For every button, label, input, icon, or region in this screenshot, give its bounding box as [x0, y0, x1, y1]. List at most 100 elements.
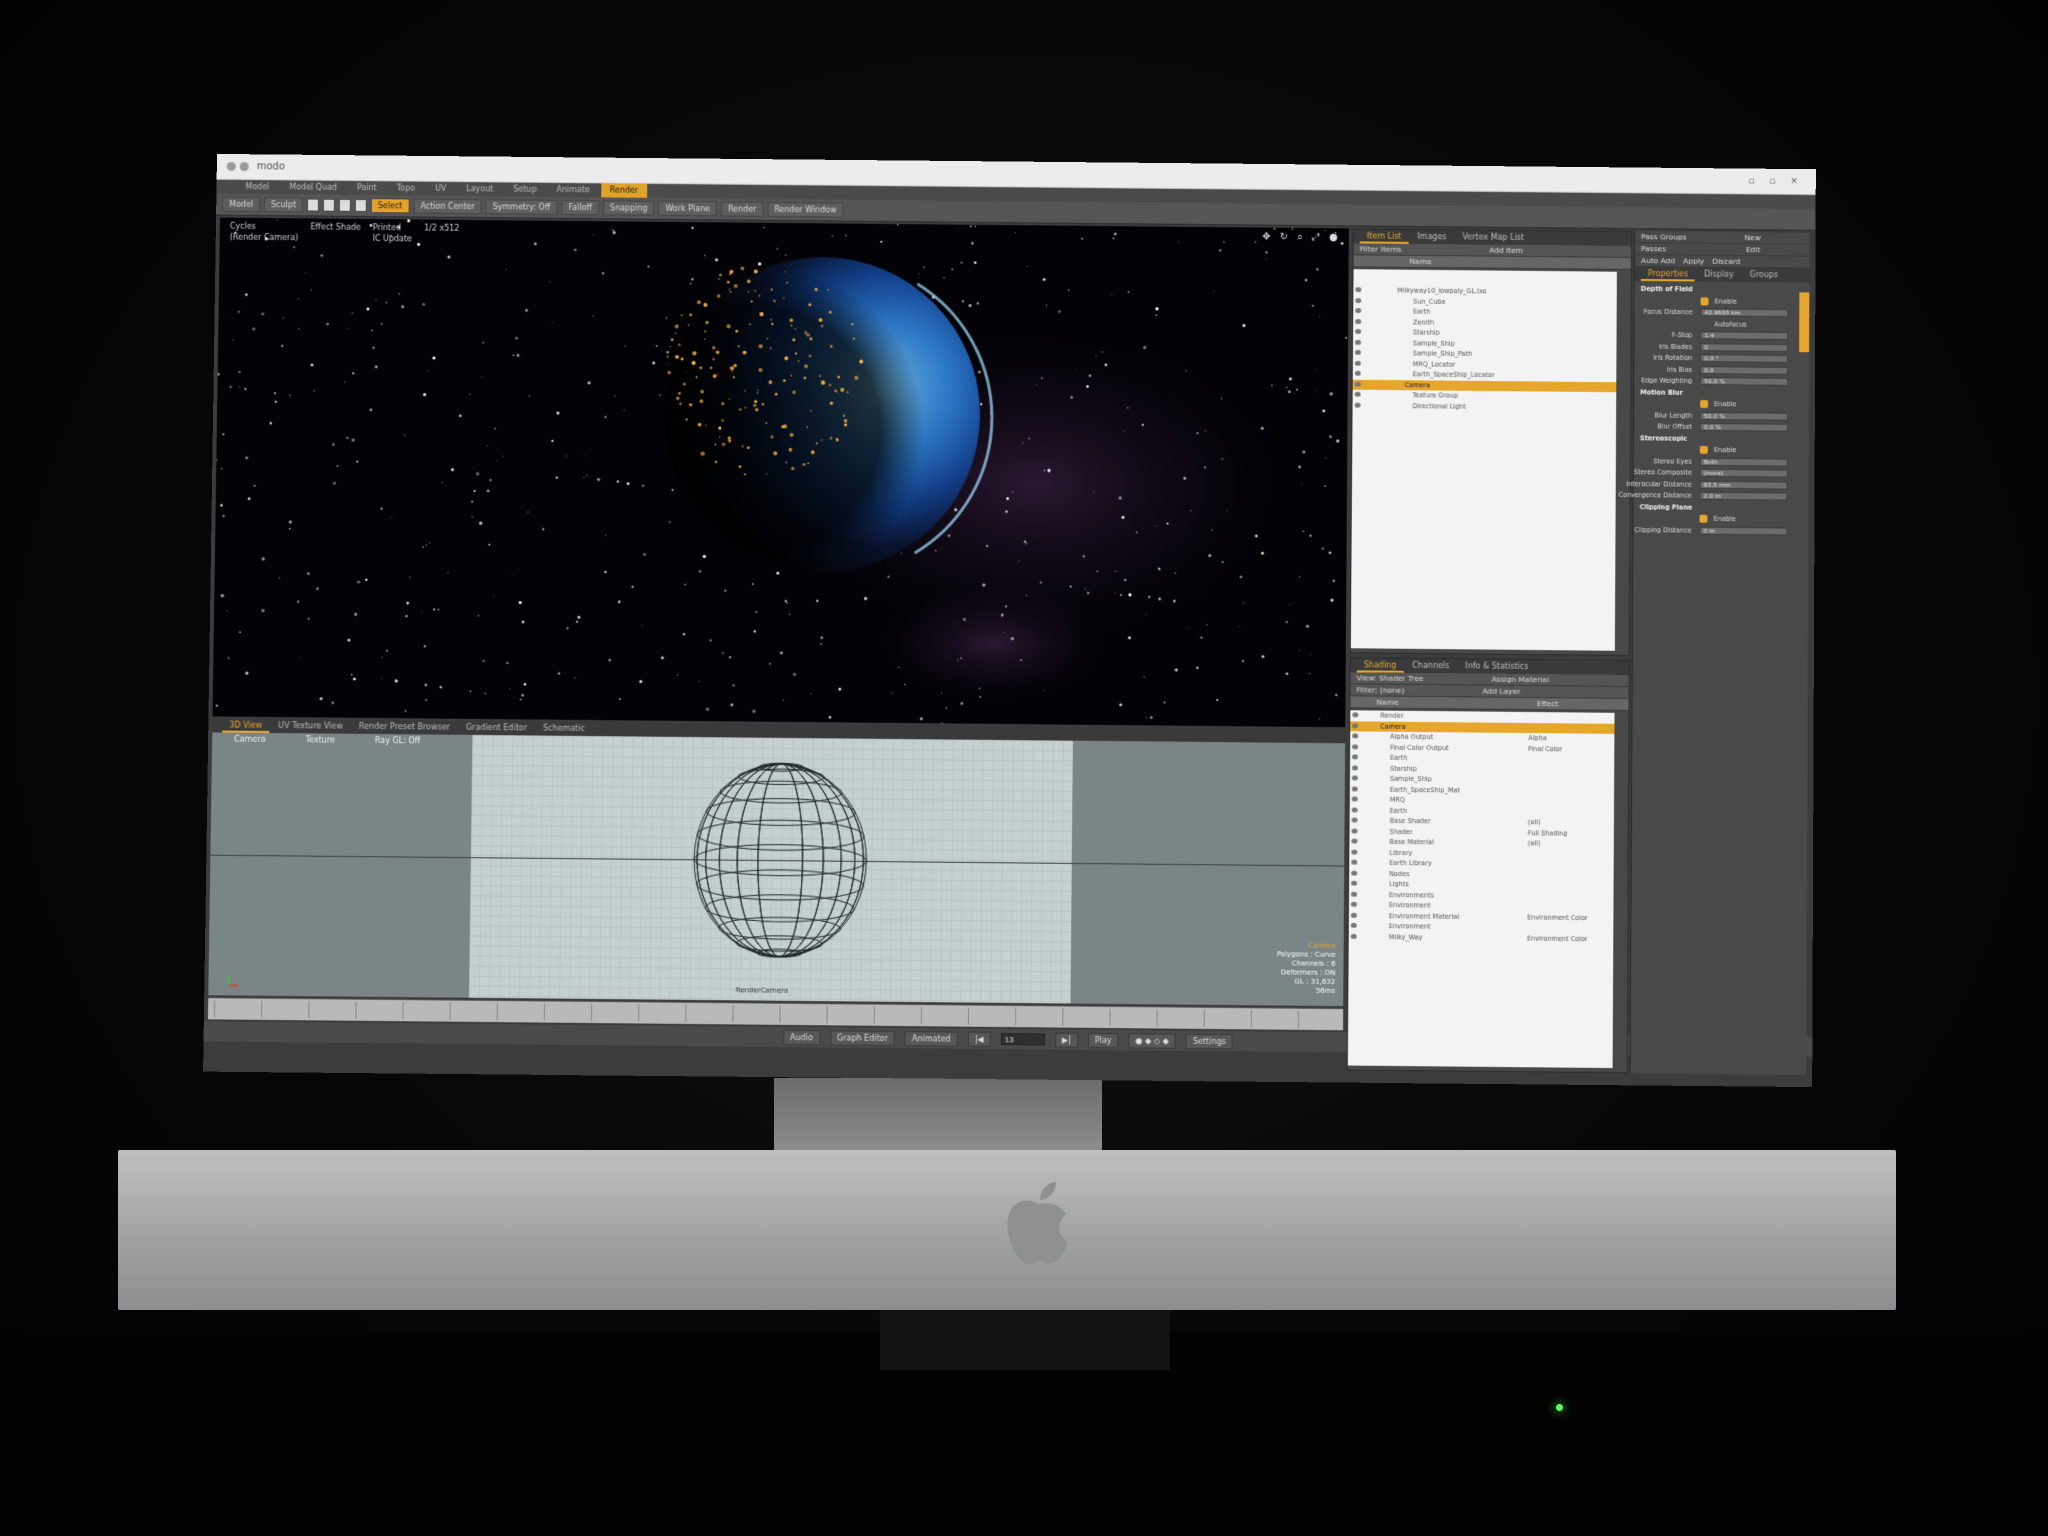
visibility-eye-icon[interactable]	[1355, 318, 1362, 324]
visibility-eye-icon[interactable]	[1354, 360, 1361, 366]
visibility-eye-icon[interactable]	[1350, 933, 1357, 939]
render-preview-viewport[interactable]: Cycles Effect Shade Printed 1/2 x512 (Re…	[212, 217, 1349, 728]
key-icons[interactable]: ● ◆ ◇ ◆	[1128, 1032, 1176, 1049]
next-key-button[interactable]: ▶|	[1054, 1032, 1078, 1048]
texture-dropdown[interactable]: Texture	[306, 735, 335, 744]
name-column-header[interactable]: Name	[1409, 257, 1431, 266]
falloff-dropdown[interactable]: Falloff	[561, 199, 600, 216]
renderer-dropdown[interactable]: Cycles	[230, 222, 299, 232]
camera-dropdown[interactable]: (Render Camera)	[230, 233, 299, 243]
visibility-eye-icon[interactable]	[1352, 712, 1359, 718]
tab-info-statistics[interactable]: Info & Statistics	[1458, 659, 1535, 674]
visibility-eye-icon[interactable]	[1350, 922, 1357, 928]
select-button[interactable]: Select	[370, 198, 410, 214]
ray-gl-dropdown[interactable]: Ray GL: Off	[375, 736, 420, 745]
visibility-eye-icon[interactable]	[1351, 838, 1358, 844]
close-icon[interactable]	[226, 161, 236, 172]
visibility-eye-icon[interactable]	[1355, 328, 1362, 334]
3d-view-viewport[interactable]: Camera Texture Ray GL: Off RenderCamera …	[208, 732, 1346, 1007]
visibility-eye-icon[interactable]	[1355, 297, 1362, 303]
tab-3d-view[interactable]: 3D View	[222, 718, 270, 733]
tab-properties[interactable]: Properties	[1640, 266, 1696, 282]
visibility-eye-icon[interactable]	[1351, 870, 1358, 876]
prev-key-button[interactable]: |◀	[967, 1031, 991, 1047]
property-field[interactable]: 0.0 %	[1699, 422, 1788, 432]
enable-checkbox[interactable]	[1700, 399, 1709, 409]
auto-add-button[interactable]: Auto Add	[1641, 256, 1675, 265]
style-dropdown[interactable]: Printed	[373, 223, 412, 232]
visibility-eye-icon[interactable]	[1351, 764, 1358, 770]
tab-gradient-editor[interactable]: Gradient Editor	[459, 721, 534, 736]
property-field[interactable]: 2.0 m	[1699, 491, 1788, 501]
render-window-button[interactable]: Render Window	[767, 201, 844, 218]
visibility-eye-icon[interactable]	[1351, 828, 1358, 834]
work-plane-dropdown[interactable]: Work Plane	[658, 200, 718, 217]
visibility-eye-icon[interactable]	[1350, 901, 1357, 907]
apply-button[interactable]: Apply	[1683, 256, 1704, 265]
model-mode-button[interactable]: Model	[222, 196, 261, 212]
play-button[interactable]: Play	[1087, 1032, 1119, 1048]
action-center-dropdown[interactable]: Action Center	[413, 198, 482, 215]
property-field[interactable]: 1.4	[1700, 331, 1789, 341]
tab-model[interactable]: Model	[236, 180, 278, 194]
camera-view-dropdown[interactable]: Camera	[234, 735, 266, 744]
tab-render-preset-browser[interactable]: Render Preset Browser	[352, 720, 457, 735]
select-item-icon[interactable]	[354, 198, 367, 213]
snapping-button[interactable]: Snapping	[602, 200, 655, 216]
visibility-eye-icon[interactable]	[1354, 339, 1362, 345]
tab-render[interactable]: Render	[600, 183, 648, 198]
property-field[interactable]: 50.0 %	[1700, 377, 1789, 386]
enable-checkbox[interactable]	[1700, 296, 1709, 305]
visibility-eye-icon[interactable]	[1351, 859, 1358, 865]
tab-animate[interactable]: Animate	[547, 183, 599, 197]
enable-checkbox[interactable]	[1699, 445, 1708, 454]
discard-button[interactable]: Discard	[1712, 257, 1740, 266]
window-controls[interactable]: ▫ ▫ ✕	[1748, 177, 1803, 187]
edit-pass-button[interactable]: Edit	[1746, 245, 1761, 254]
viewport-nav-icons[interactable]: ✥ ↻ ⌕ ⤢ ●	[1262, 232, 1341, 244]
tab-uv[interactable]: UV	[426, 182, 455, 196]
visibility-eye-icon[interactable]	[1351, 775, 1358, 781]
shader-name-header[interactable]: Name	[1376, 698, 1398, 707]
settings-button[interactable]: Settings	[1185, 1033, 1233, 1049]
visibility-eye-icon[interactable]	[1354, 402, 1361, 408]
visibility-eye-icon[interactable]	[1351, 849, 1358, 855]
filter-items-dropdown[interactable]: Filter Items	[1360, 244, 1402, 253]
property-field[interactable]: Both	[1699, 457, 1788, 467]
property-field[interactable]: (none)	[1699, 468, 1788, 478]
item-list-row[interactable]: Directional Light	[1353, 400, 1617, 413]
visibility-eye-icon[interactable]	[1355, 287, 1362, 293]
tab-model-quad[interactable]: Model Quad	[280, 180, 346, 195]
ic-update-toggle[interactable]: IC Update	[373, 234, 412, 243]
visibility-eye-icon[interactable]	[1351, 806, 1358, 813]
visibility-eye-icon[interactable]	[1352, 743, 1359, 749]
property-field[interactable]: 63.5 mm	[1699, 480, 1788, 490]
sculpt-mode-button[interactable]: Sculpt	[264, 197, 304, 213]
tab-images[interactable]: Images	[1410, 230, 1453, 244]
add-layer-button[interactable]: Add Layer	[1482, 687, 1520, 696]
tab-layout[interactable]: Layout	[457, 182, 502, 196]
graph-editor-button[interactable]: Graph Editor	[829, 1029, 896, 1046]
symmetry-dropdown[interactable]: Symmetry: Off	[485, 199, 558, 215]
visibility-eye-icon[interactable]	[1351, 891, 1358, 897]
tab-item-list[interactable]: Item List	[1359, 229, 1409, 244]
tab-channels[interactable]: Channels	[1405, 659, 1456, 673]
side-panel-tab[interactable]	[1799, 292, 1810, 353]
property-field[interactable]: 0	[1700, 342, 1789, 352]
visibility-eye-icon[interactable]	[1354, 391, 1361, 397]
visibility-eye-icon[interactable]	[1351, 817, 1358, 823]
tab-vertex-map-list[interactable]: Vertex Map List	[1455, 230, 1531, 245]
property-field[interactable]: 0 m	[1699, 526, 1788, 536]
tab-schematic[interactable]: Schematic	[536, 721, 592, 736]
visibility-eye-icon[interactable]	[1351, 785, 1358, 791]
audio-button[interactable]: Audio	[783, 1029, 821, 1045]
minimize-icon[interactable]	[239, 162, 249, 172]
shader-filter-dropdown[interactable]: Filter: (none)	[1356, 685, 1404, 694]
visibility-eye-icon[interactable]	[1351, 880, 1358, 886]
view-dropdown[interactable]: View: Shader Tree	[1357, 673, 1424, 683]
animated-dropdown[interactable]: Animated	[904, 1030, 958, 1047]
frame-input[interactable]	[1000, 1033, 1045, 1046]
shading-dropdown[interactable]: Effect Shade	[310, 222, 361, 231]
visibility-eye-icon[interactable]	[1355, 308, 1362, 314]
select-polygon-icon[interactable]	[338, 198, 351, 212]
